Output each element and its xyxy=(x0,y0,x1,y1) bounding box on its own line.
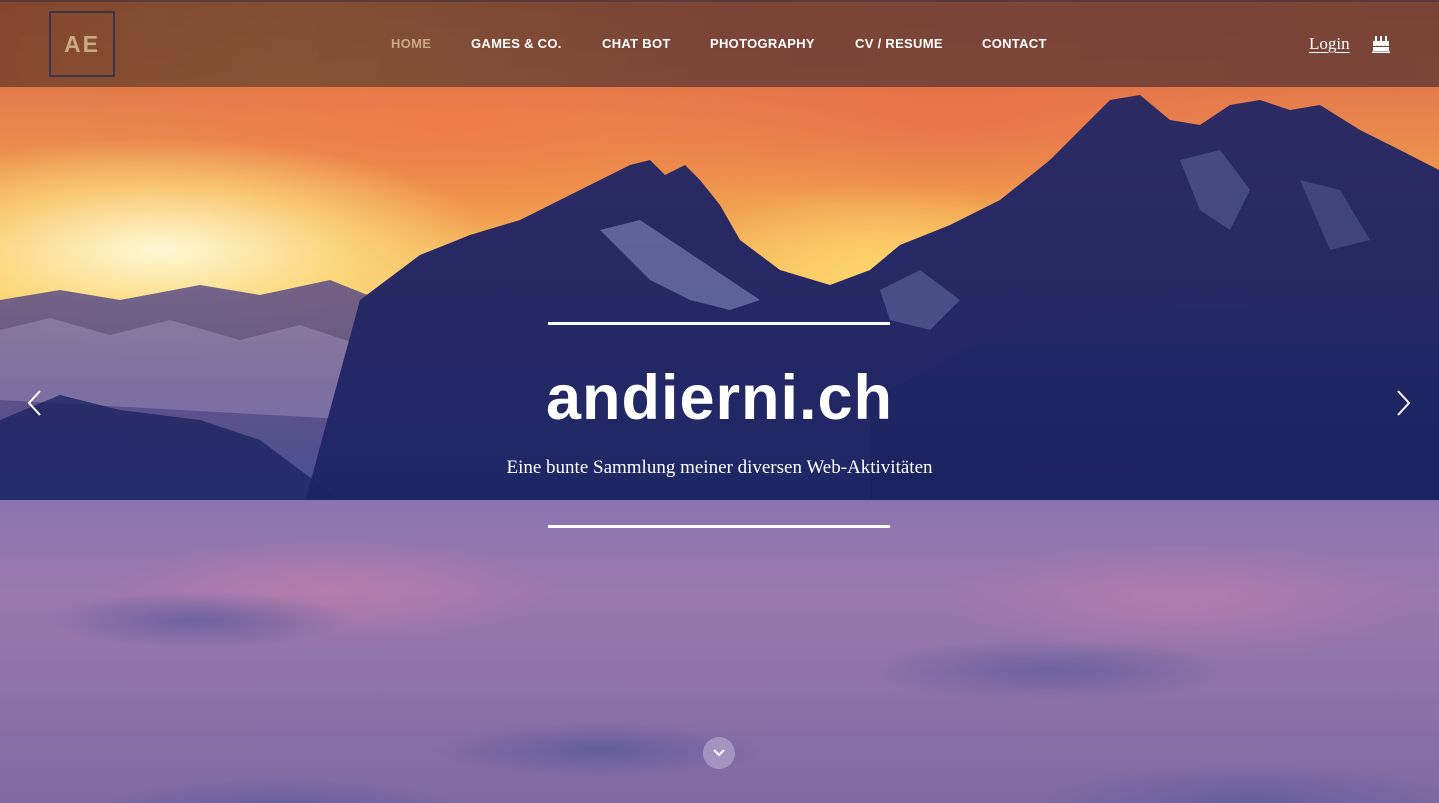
nav-photography[interactable]: PHOTOGRAPHY xyxy=(710,36,815,51)
main-nav: HOME GAMES & CO. CHAT BOT PHOTOGRAPHY CV… xyxy=(0,36,1439,52)
chevron-left-icon xyxy=(27,390,41,416)
top-navbar: AE HOME GAMES & CO. CHAT BOT PHOTOGRAPHY… xyxy=(0,0,1439,87)
nav-chat-bot[interactable]: CHAT BOT xyxy=(602,36,671,51)
title-divider-bottom xyxy=(548,525,890,528)
login-link[interactable]: Login xyxy=(1309,34,1350,54)
nav-contact[interactable]: CONTACT xyxy=(982,36,1047,51)
chevron-right-icon xyxy=(1397,390,1411,416)
scroll-down-button[interactable] xyxy=(703,737,735,769)
birthday-cake-icon[interactable] xyxy=(1372,35,1390,53)
carousel-next-button[interactable] xyxy=(1393,388,1413,418)
hero-subtitle: Eine bunte Sammlung meiner diversen Web-… xyxy=(506,457,933,478)
carousel-prev-button[interactable] xyxy=(25,388,45,418)
chevron-down-icon xyxy=(713,749,725,757)
nav-cv-resume[interactable]: CV / RESUME xyxy=(855,36,943,51)
title-divider-top xyxy=(548,322,890,325)
hero-title: andierni.ch xyxy=(545,363,894,433)
nav-home[interactable]: HOME xyxy=(391,36,431,51)
nav-games[interactable]: GAMES & CO. xyxy=(471,36,562,51)
